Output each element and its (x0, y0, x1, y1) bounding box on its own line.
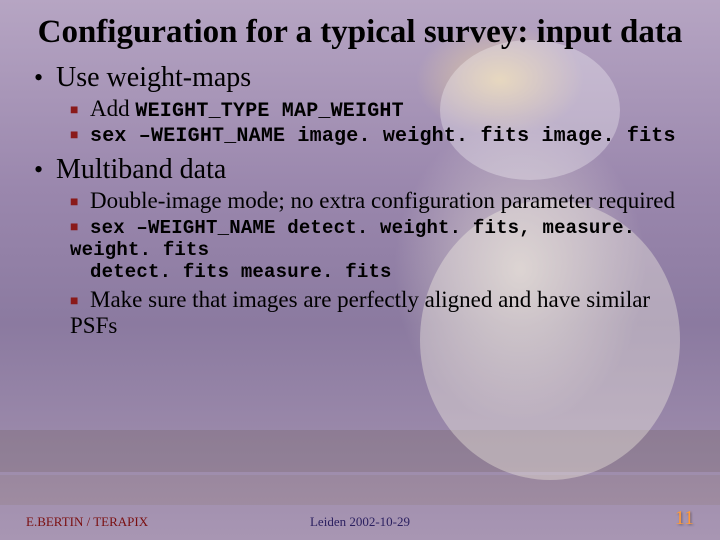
bullet-aligned-psf: ■Make sure that images are perfectly ali… (70, 287, 686, 340)
footer-author: E.BERTIN / TERAPIX (26, 514, 148, 530)
code: WEIGHT_TYPE MAP_WEIGHT (135, 100, 403, 123)
bullet-add-weight-type: ■Add WEIGHT_TYPE MAP_WEIGHT (70, 96, 686, 123)
footer-date: Leiden 2002-10-29 (310, 514, 410, 530)
slide-number: 11 (675, 507, 694, 530)
prefix: Add (90, 96, 135, 121)
code: sex –WEIGHT_NAME image. weight. fits ima… (90, 125, 676, 148)
text: Use weight-maps (56, 62, 251, 93)
slide: Configuration for a typical survey: inpu… (0, 0, 720, 540)
code-line1: sex –WEIGHT_NAME detect. weight. fits, m… (70, 217, 635, 261)
footer: E.BERTIN / TERAPIX Leiden 2002-10-29 11 (0, 507, 720, 530)
bullet-sex-detect: ■sex –WEIGHT_NAME detect. weight. fits, … (70, 217, 686, 283)
bullet-multiband: •Multiband data (34, 154, 686, 186)
text: Make sure that images are perfectly alig… (70, 287, 650, 338)
text: Double-image mode; no extra configuratio… (90, 188, 675, 213)
slide-title: Configuration for a typical survey: inpu… (34, 14, 686, 50)
bullet-double-image: ■Double-image mode; no extra configurati… (70, 188, 686, 214)
bullet-weight-maps: •Use weight-maps (34, 62, 686, 94)
text: Multiband data (56, 154, 226, 185)
code-line2: detect. fits measure. fits (90, 261, 392, 283)
bullet-sex-weight: ■sex –WEIGHT_NAME image. weight. fits im… (70, 125, 686, 148)
